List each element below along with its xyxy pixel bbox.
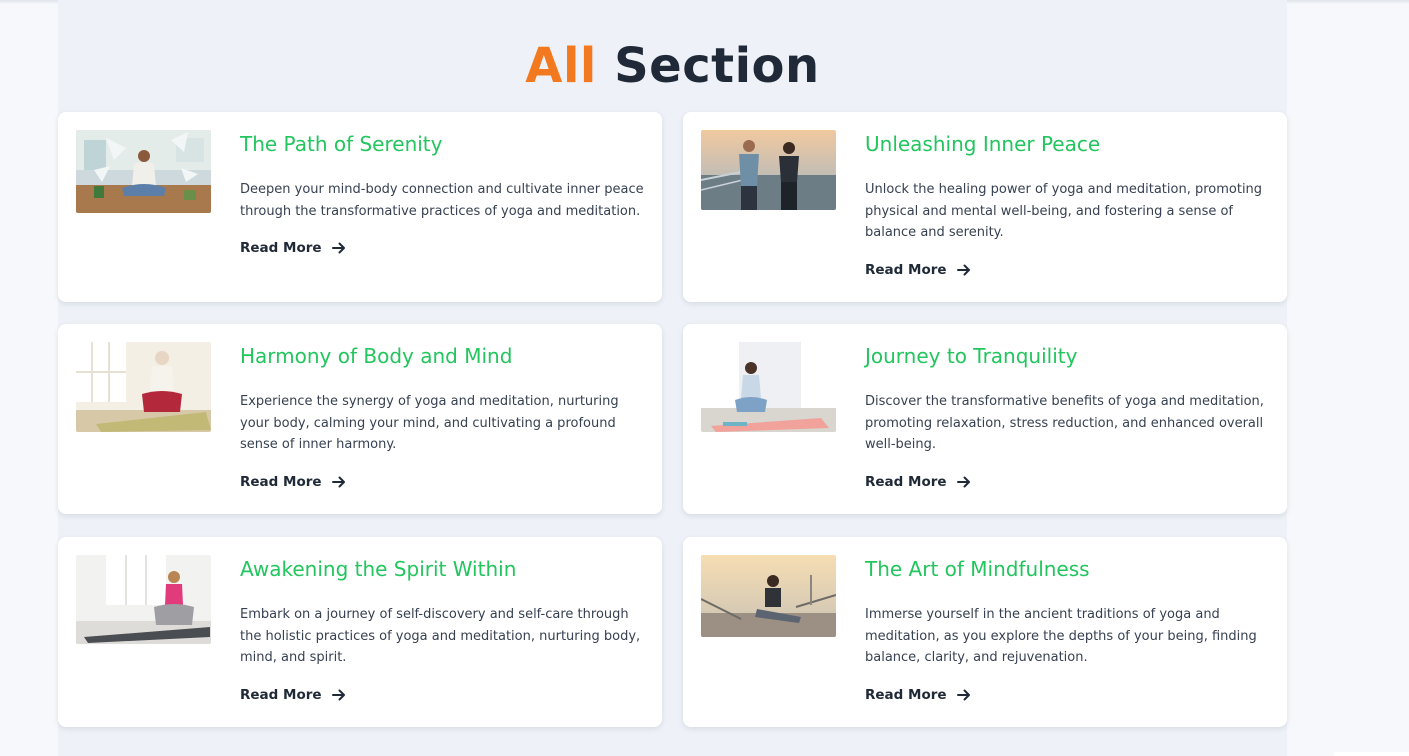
arrow-right-icon xyxy=(956,476,970,488)
read-more-label: Read More xyxy=(240,474,322,490)
arrow-right-icon xyxy=(331,242,345,254)
read-more-label: Read More xyxy=(865,687,947,703)
section-title-accent: All xyxy=(525,38,597,95)
card-title[interactable]: Awakening the Spirit Within xyxy=(240,555,640,583)
article-card-the-art-of-mindfulness[interactable]: The Art of Mindfulness Immerse yourself … xyxy=(683,537,1287,727)
read-more-link[interactable]: Read More xyxy=(865,687,971,703)
read-more-link[interactable]: Read More xyxy=(240,474,346,490)
card-title[interactable]: Journey to Tranquility xyxy=(865,342,1265,370)
section-title: All Section xyxy=(58,34,1287,98)
article-card-awakening-the-spirit-within[interactable]: Awakening the Spirit Within Embark on a … xyxy=(58,537,662,727)
woman-lotus-mat-photo xyxy=(701,342,836,432)
read-more-label: Read More xyxy=(240,240,322,256)
read-more-link[interactable]: Read More xyxy=(240,687,346,703)
article-card-unleashing-inner-peace[interactable]: Unleashing Inner Peace Unlock the healin… xyxy=(683,112,1287,302)
woman-lotus-studio-photo xyxy=(76,555,211,644)
card-title[interactable]: The Art of Mindfulness xyxy=(865,555,1265,583)
meditation-room-photo xyxy=(76,130,211,213)
card-title[interactable]: The Path of Serenity xyxy=(240,130,640,158)
card-description: Discover the transformative benefits of … xyxy=(865,394,1264,452)
card-title[interactable]: Unleashing Inner Peace xyxy=(865,130,1265,158)
woman-bridge-stretch-photo xyxy=(701,555,836,637)
read-more-link[interactable]: Read More xyxy=(865,474,971,490)
article-card-journey-to-tranquility[interactable]: Journey to Tranquility Discover the tran… xyxy=(683,324,1287,514)
read-more-link[interactable]: Read More xyxy=(865,262,971,278)
card-title[interactable]: Harmony of Body and Mind xyxy=(240,342,640,370)
article-card-harmony-of-body-and-mind[interactable]: Harmony of Body and Mind Experience the … xyxy=(58,324,662,514)
woman-praying-pose-photo xyxy=(76,342,211,432)
corner-widget xyxy=(1334,752,1409,756)
card-description: Embark on a journey of self-discovery an… xyxy=(240,607,641,665)
article-card-path-of-serenity[interactable]: The Path of Serenity Deepen your mind-bo… xyxy=(58,112,662,302)
card-description: Immerse yourself in the ancient traditio… xyxy=(865,607,1257,665)
card-description: Unlock the healing power of yoga and med… xyxy=(865,182,1263,240)
card-description: Deepen your mind-body connection and cul… xyxy=(240,182,644,219)
read-more-label: Read More xyxy=(865,474,947,490)
section-title-rest: Section xyxy=(614,38,820,95)
arrow-right-icon xyxy=(956,264,970,276)
read-more-label: Read More xyxy=(240,687,322,703)
arrow-right-icon xyxy=(331,476,345,488)
read-more-label: Read More xyxy=(865,262,947,278)
arrow-right-icon xyxy=(956,689,970,701)
arrow-right-icon xyxy=(331,689,345,701)
card-description: Experience the synergy of yoga and medit… xyxy=(240,394,619,452)
read-more-link[interactable]: Read More xyxy=(240,240,346,256)
couple-stretching-photo xyxy=(701,130,836,210)
